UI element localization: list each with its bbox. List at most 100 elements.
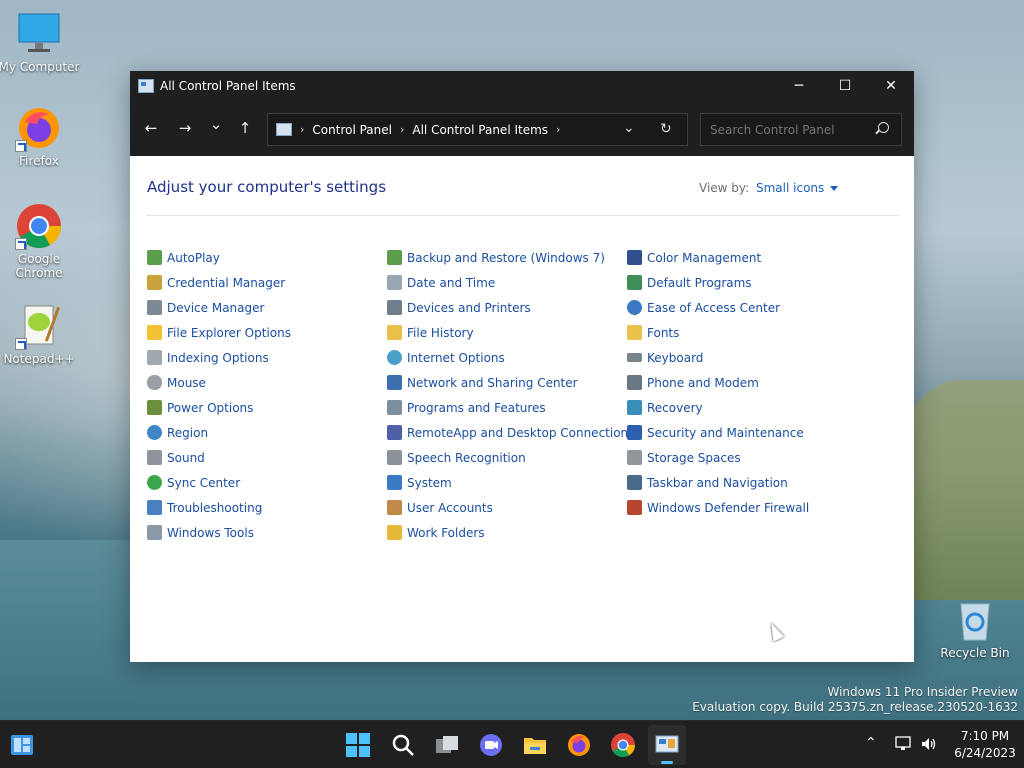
up-arrow-icon[interactable]: ↑ — [234, 119, 256, 137]
cp-item-power-options[interactable]: Power Options — [147, 395, 291, 420]
item-label: Default Programs — [647, 275, 752, 290]
breadcrumb-all-items[interactable]: All Control Panel Items — [412, 123, 548, 137]
cp-item-region[interactable]: Region — [147, 420, 291, 445]
items-column-1: AutoPlay Credential Manager Device Manag… — [147, 245, 291, 545]
cp-item-work-folders[interactable]: Work Folders — [387, 520, 634, 545]
clock-date[interactable]: 6/24/2023 — [950, 746, 1020, 760]
desktop-icon-google-chrome[interactable]: Google Chrome — [0, 202, 80, 280]
taskbar-icon — [627, 475, 642, 490]
cp-item-user-accounts[interactable]: User Accounts — [387, 495, 634, 520]
firefox-taskbar-icon[interactable] — [566, 732, 592, 758]
cp-item-color-management[interactable]: Color Management — [627, 245, 809, 270]
cp-item-fonts[interactable]: Fonts — [627, 320, 809, 345]
control-panel-icon — [276, 123, 292, 136]
control-panel-taskbar-button[interactable] — [648, 725, 686, 765]
item-label: System — [407, 475, 452, 490]
refresh-icon[interactable]: ↻ — [660, 121, 672, 137]
address-dropdown-chevron-icon[interactable]: ⌄ — [623, 120, 635, 136]
cp-item-indexing-options[interactable]: Indexing Options — [147, 345, 291, 370]
desktop-icon-firefox[interactable]: Firefox — [0, 104, 80, 168]
desktop-icon-label: Google Chrome — [15, 252, 63, 280]
cp-item-device-manager[interactable]: Device Manager — [147, 295, 291, 320]
chrome-taskbar-icon[interactable] — [610, 732, 636, 758]
cp-item-credential-manager[interactable]: Credential Manager — [147, 270, 291, 295]
volume-tray-icon[interactable] — [920, 736, 938, 755]
teams-chat-icon[interactable] — [478, 732, 504, 758]
item-label: File Explorer Options — [167, 325, 291, 340]
autoplay-icon — [147, 250, 162, 265]
cp-item-recovery[interactable]: Recovery — [627, 395, 809, 420]
widgets-icon[interactable] — [9, 732, 35, 758]
clock-time[interactable]: 7:10 PM — [950, 729, 1020, 743]
cp-item-security-and-maintenance[interactable]: Security and Maintenance — [627, 420, 809, 445]
cp-item-file-explorer-options[interactable]: File Explorer Options — [147, 320, 291, 345]
cp-item-remoteapp[interactable]: RemoteApp and Desktop Connections — [387, 420, 634, 445]
cp-item-sync-center[interactable]: Sync Center — [147, 470, 291, 495]
search-taskbar-icon[interactable] — [390, 732, 416, 758]
desktop-icon-recycle-bin[interactable]: Recycle Bin — [934, 596, 1016, 660]
cp-item-phone-and-modem[interactable]: Phone and Modem — [627, 370, 809, 395]
close-button[interactable]: ✕ — [868, 71, 914, 100]
cp-item-windows-defender-firewall[interactable]: Windows Defender Firewall — [627, 495, 809, 520]
forward-arrow-icon[interactable]: → — [174, 119, 196, 137]
cp-item-mouse[interactable]: Mouse — [147, 370, 291, 395]
address-bar[interactable]: › Control Panel › All Control Panel Item… — [267, 113, 688, 146]
file-history-icon — [387, 325, 402, 340]
breadcrumb-control-panel[interactable]: Control Panel — [312, 123, 392, 137]
cp-item-default-programs[interactable]: Default Programs — [627, 270, 809, 295]
recovery-icon — [627, 400, 642, 415]
desktop-icon-label: Notepad++ — [3, 352, 75, 366]
cp-item-windows-tools[interactable]: Windows Tools — [147, 520, 291, 545]
cp-item-sound[interactable]: Sound — [147, 445, 291, 470]
task-view-icon[interactable] — [434, 732, 460, 758]
cp-item-backup-and-restore[interactable]: Backup and Restore (Windows 7) — [387, 245, 634, 270]
backup-icon — [387, 250, 402, 265]
remote-desktop-icon — [387, 425, 402, 440]
item-label: Devices and Printers — [407, 300, 531, 315]
desktop-icon-label: Recycle Bin — [940, 646, 1010, 660]
cp-item-internet-options[interactable]: Internet Options — [387, 345, 634, 370]
show-hidden-icons-chevron-icon[interactable]: ⌃ — [865, 735, 877, 751]
item-label: Windows Defender Firewall — [647, 500, 810, 515]
breadcrumb-separator-icon[interactable]: › — [400, 123, 404, 136]
breadcrumb-separator-icon[interactable]: › — [556, 123, 560, 136]
cp-item-system[interactable]: System — [387, 470, 634, 495]
back-arrow-icon[interactable]: ← — [140, 119, 162, 137]
start-windows-icon[interactable] — [345, 732, 371, 758]
search-icon[interactable] — [878, 122, 889, 133]
cp-item-network-and-sharing-center[interactable]: Network and Sharing Center — [387, 370, 634, 395]
search-box[interactable] — [700, 113, 902, 146]
firefox-icon — [15, 104, 63, 152]
recent-locations-chevron-icon[interactable]: ⌄ — [205, 115, 227, 133]
view-by-dropdown[interactable]: Small icons — [756, 181, 839, 195]
item-label: Color Management — [647, 250, 762, 265]
control-panel-taskbar-icon — [655, 735, 679, 753]
item-label: Sound — [167, 450, 205, 465]
default-programs-icon — [627, 275, 642, 290]
cp-item-ease-of-access-center[interactable]: Ease of Access Center — [627, 295, 809, 320]
power-battery-icon — [147, 400, 162, 415]
title-bar[interactable]: All Control Panel Items ─ ☐ ✕ — [130, 71, 914, 100]
cp-item-devices-and-printers[interactable]: Devices and Printers — [387, 295, 634, 320]
desktop-icon-my-computer[interactable]: My Computer — [0, 10, 80, 74]
cp-item-file-history[interactable]: File History — [387, 320, 634, 345]
minimize-button[interactable]: ─ — [776, 71, 822, 100]
search-input[interactable] — [710, 122, 870, 137]
desktop-icon-notepad-plus-plus[interactable]: Notepad++ — [0, 302, 80, 366]
item-label: Ease of Access Center — [647, 300, 781, 315]
indexing-magnifier-icon — [147, 350, 162, 365]
cp-item-autoplay[interactable]: AutoPlay — [147, 245, 291, 270]
microphone-icon — [387, 450, 402, 465]
maximize-button[interactable]: ☐ — [822, 71, 868, 100]
item-label: Network and Sharing Center — [407, 375, 578, 390]
cp-item-keyboard[interactable]: Keyboard — [627, 345, 809, 370]
network-tray-icon[interactable] — [895, 736, 913, 755]
file-explorer-icon[interactable] — [522, 732, 548, 758]
cp-item-programs-and-features[interactable]: Programs and Features — [387, 395, 634, 420]
cp-item-troubleshooting[interactable]: Troubleshooting — [147, 495, 291, 520]
cp-item-taskbar-and-navigation[interactable]: Taskbar and Navigation — [627, 470, 809, 495]
cp-item-date-and-time[interactable]: Date and Time — [387, 270, 634, 295]
cp-item-speech-recognition[interactable]: Speech Recognition — [387, 445, 634, 470]
shortcut-arrow-icon — [15, 338, 27, 350]
cp-item-storage-spaces[interactable]: Storage Spaces — [627, 445, 809, 470]
